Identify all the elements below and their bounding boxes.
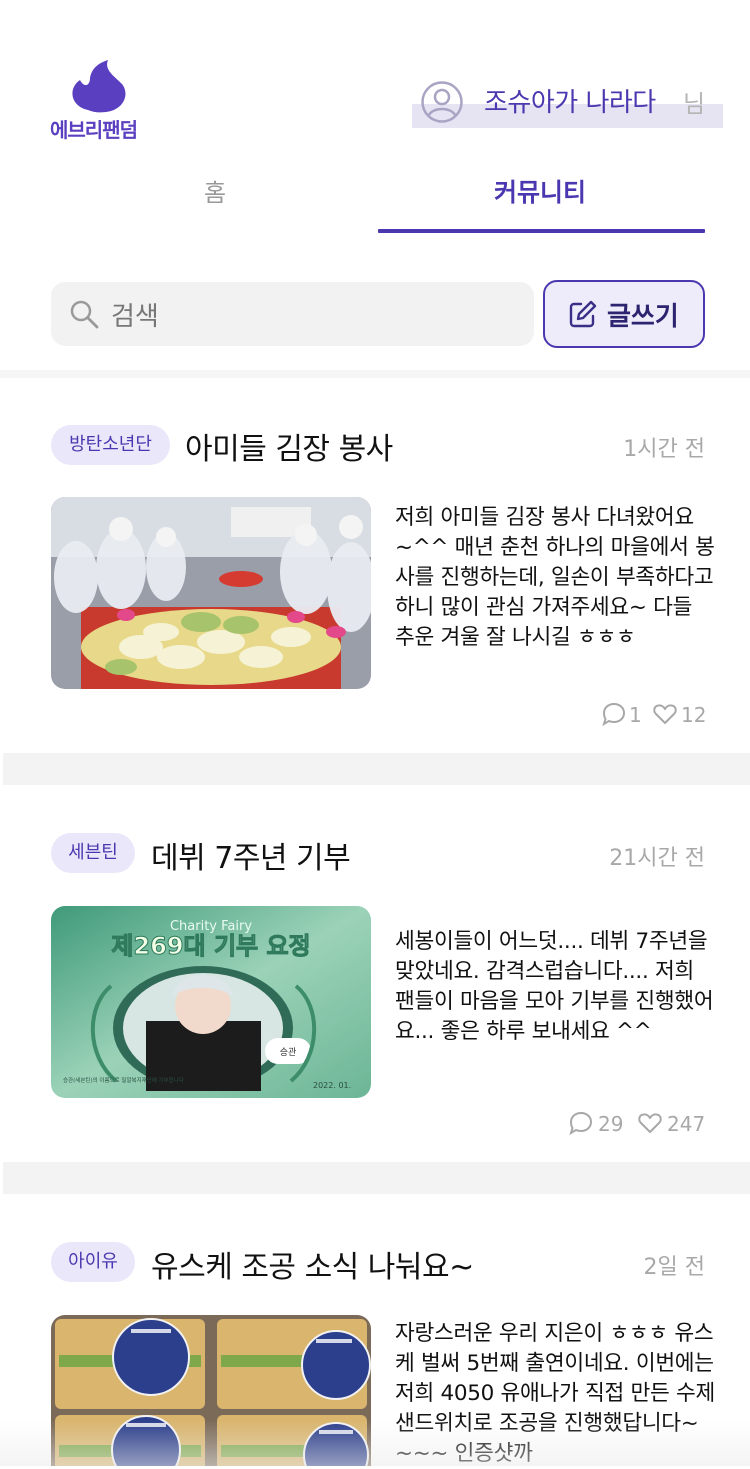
tab-home[interactable]: 홈	[200, 173, 230, 208]
like-count: 12	[681, 703, 707, 727]
comment-count: 29	[598, 1112, 624, 1136]
user-name[interactable]: 조슈아가 나라다	[484, 82, 656, 119]
heart-icon[interactable]	[652, 701, 678, 727]
poster-title: 제269대 기부 요정	[111, 932, 310, 960]
post-tag[interactable]: 아이유	[51, 1242, 135, 1282]
bottom-fade	[0, 1420, 750, 1466]
post-time: 2일 전	[643, 1255, 705, 1280]
poster-date: 2022. 01.	[313, 1081, 351, 1090]
post-separator	[3, 1162, 750, 1194]
post-time: 1시간 전	[623, 437, 705, 462]
post-thumbnail[interactable]: Charity Fairy 제269대 기부 요정 승관 승관(세븐틴)의 이름…	[51, 906, 371, 1098]
flame-logo-icon	[72, 60, 126, 113]
logo-text: 에브리팬덤	[50, 118, 138, 142]
post-body[interactable]: 저희 아미들 김장 봉사 다녀왔어요 ~^^ 매년 춘천 하나의 마을에서 봉사…	[395, 503, 715, 653]
kimchi-volunteer-photo	[51, 497, 371, 689]
post-time: 21시간 전	[609, 846, 705, 871]
write-button-label: 글쓰기	[607, 302, 679, 332]
user-avatar-icon	[421, 81, 463, 123]
divider	[0, 370, 750, 378]
search-icon	[68, 298, 100, 330]
user-suffix: 님	[683, 90, 706, 118]
comment-icon[interactable]	[568, 1110, 594, 1136]
post-tag[interactable]: 방탄소년단	[51, 425, 170, 465]
charity-fairy-poster: Charity Fairy 제269대 기부 요정 승관 승관(세븐틴)의 이름…	[51, 906, 371, 1098]
pencil-icon	[568, 299, 598, 329]
tab-community[interactable]: 커뮤니티	[470, 173, 610, 209]
heart-icon[interactable]	[637, 1110, 663, 1136]
comment-count: 1	[629, 703, 642, 727]
post-title[interactable]: 유스케 조공 소식 나눠요~	[151, 1242, 474, 1286]
comment-icon[interactable]	[601, 701, 627, 727]
active-tab-indicator	[378, 229, 705, 233]
search-placeholder: 검색	[111, 302, 159, 332]
poster-caption: 승관(세븐틴)의 이름으로 밀알복지재단에 기부합니다	[63, 1076, 184, 1084]
poster-name-tag: 승관	[280, 1047, 297, 1058]
like-count: 247	[667, 1112, 706, 1136]
post-thumbnail[interactable]	[51, 497, 371, 689]
post-body[interactable]: 세봉이들이 어느덧.... 데뷔 7주년을 맞았네요. 감격스럽습니다.... …	[395, 927, 715, 1047]
avatar[interactable]	[421, 81, 463, 123]
post-title[interactable]: 데뷔 7주년 기부	[151, 833, 351, 877]
post-title[interactable]: 아미들 김장 봉사	[185, 424, 393, 468]
post-separator	[3, 753, 750, 785]
post-tag[interactable]: 세븐틴	[51, 833, 135, 873]
app-logo[interactable]: 에브리팬덤	[50, 58, 152, 142]
